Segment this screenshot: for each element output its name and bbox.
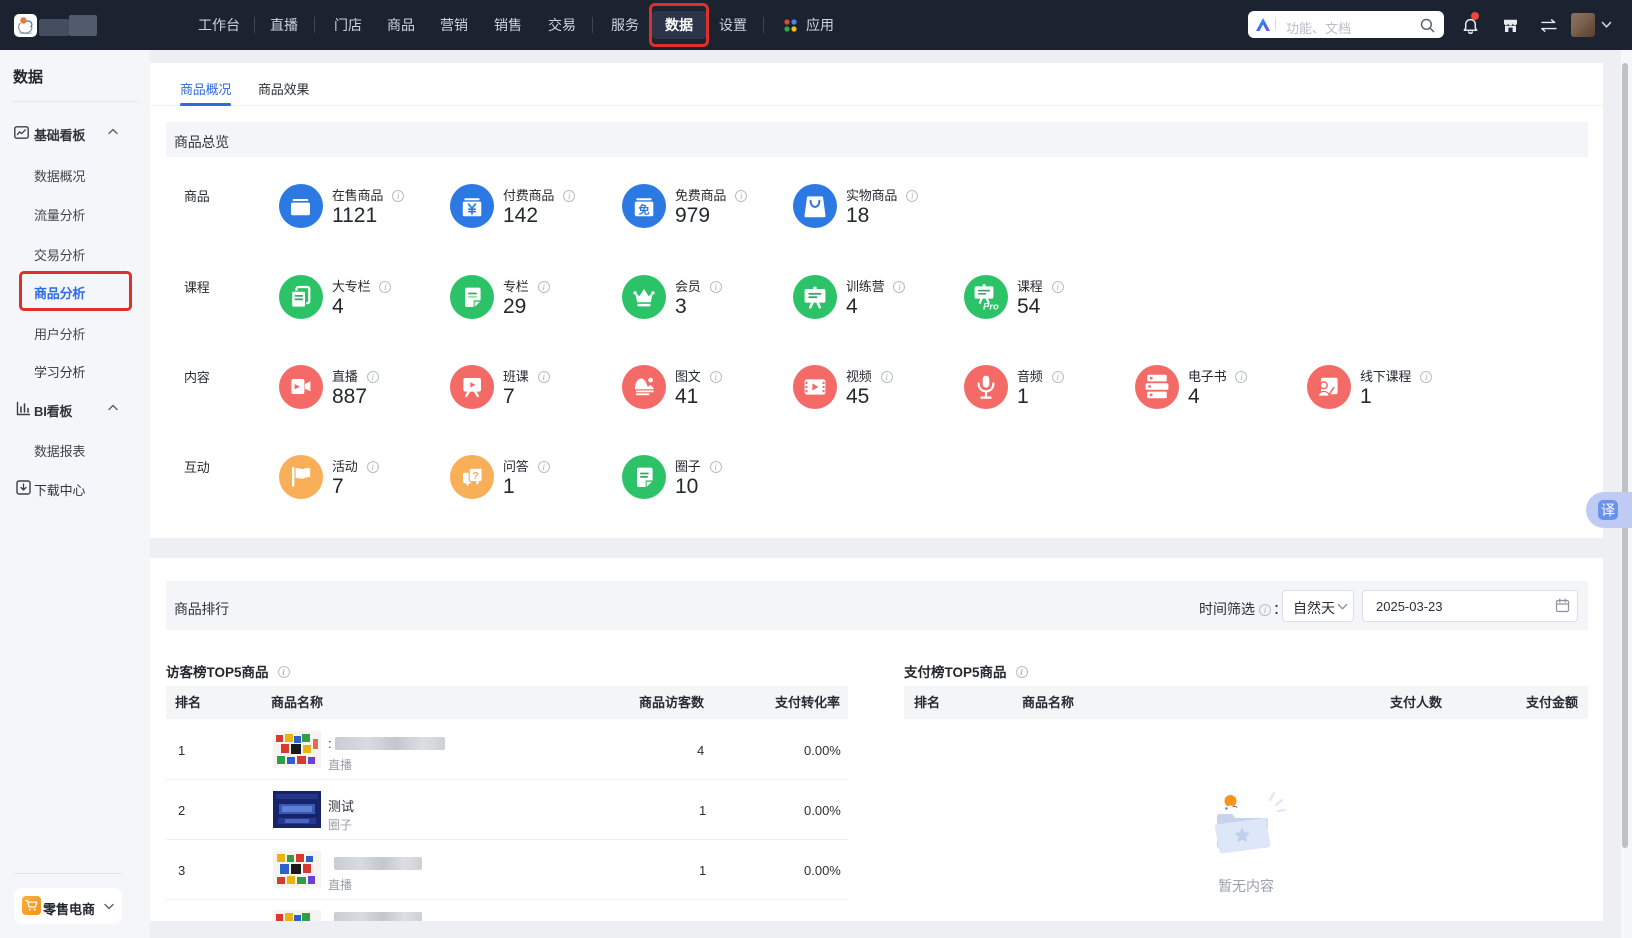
svg-text:?: ? xyxy=(472,470,478,482)
svg-text:Pro: Pro xyxy=(983,302,999,313)
svg-text:免: 免 xyxy=(639,202,650,216)
